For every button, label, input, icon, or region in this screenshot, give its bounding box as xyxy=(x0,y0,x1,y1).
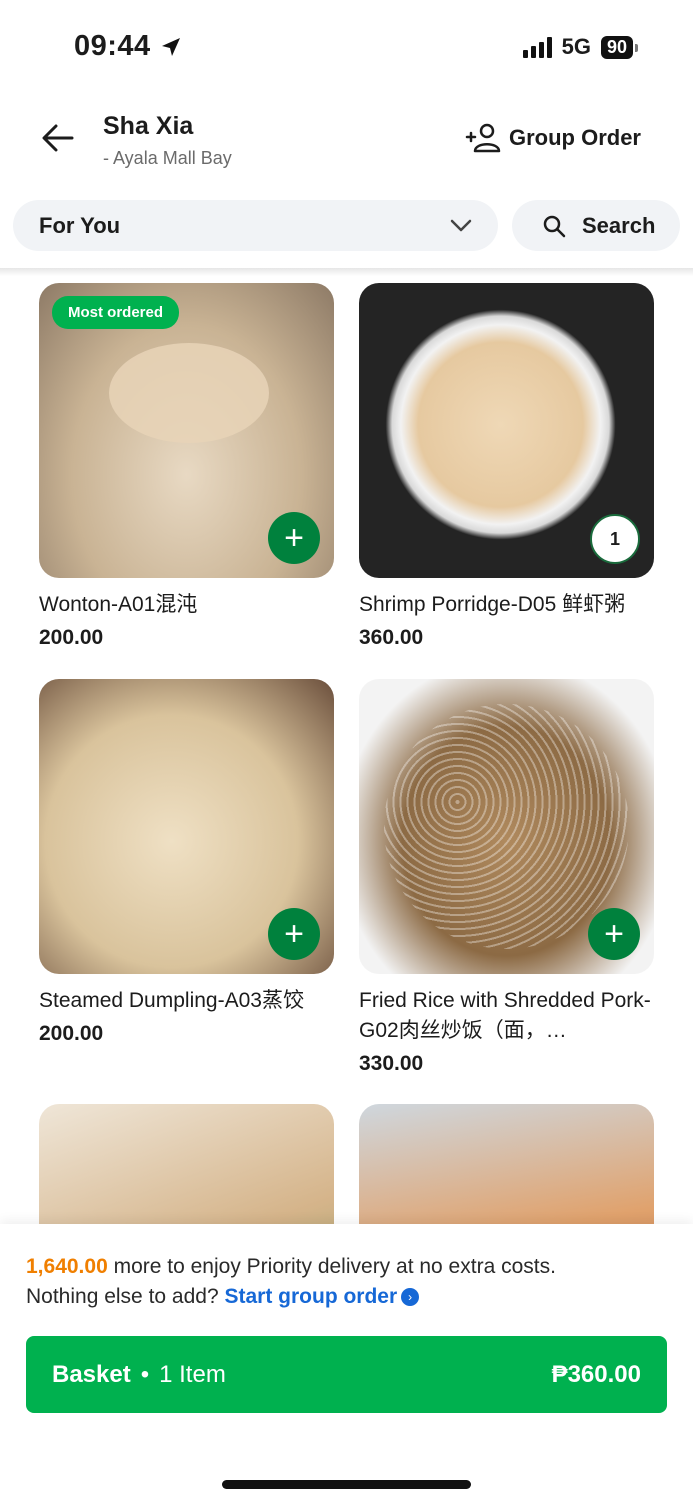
category-label: For You xyxy=(39,212,121,238)
basket-item-count: 1 Item xyxy=(159,1360,226,1388)
status-bar: 09:44 5G 90 xyxy=(0,0,693,95)
prompt-text: Nothing else to add? xyxy=(26,1285,225,1308)
start-group-order-link[interactable]: Start group order xyxy=(224,1285,397,1308)
add-item-button[interactable]: + xyxy=(268,512,320,564)
menu-item-card[interactable]: Most ordered + Wonton-A01混沌 200.00 xyxy=(39,283,334,650)
home-indicator[interactable] xyxy=(222,1480,471,1489)
chevron-down-icon xyxy=(450,219,472,231)
divider xyxy=(0,268,693,276)
item-price: 200.00 xyxy=(39,1022,104,1045)
basket-total: ₱360.00 xyxy=(551,1360,641,1388)
food-image-wonton: Most ordered + xyxy=(39,283,334,578)
item-price: 200.00 xyxy=(39,626,104,649)
plus-icon: + xyxy=(604,915,624,953)
signal-icon xyxy=(522,36,552,58)
item-name: Wonton-A01混沌 xyxy=(39,593,198,616)
rice-texture xyxy=(384,704,629,949)
category-dropdown[interactable]: For You xyxy=(13,200,498,251)
group-order-label: Group Order xyxy=(508,125,641,150)
search-label: Search xyxy=(582,212,656,238)
menu-item-card[interactable]: + Steamed Dumpling-A03蒸饺 200.00 xyxy=(39,679,334,1046)
add-item-button[interactable]: + xyxy=(588,908,640,960)
item-name: Fried Rice with Shredded Pork-G02肉丝炒饭（面，… xyxy=(359,989,651,1042)
item-price: 360.00 xyxy=(359,626,424,649)
search-icon xyxy=(543,215,566,237)
basket-sheet: 1,640.00 more to enjoy Priority delivery… xyxy=(0,1224,693,1500)
quantity-badge[interactable]: 1 xyxy=(590,514,640,564)
priority-delivery-promo: 1,640.00 more to enjoy Priority delivery… xyxy=(26,1252,666,1312)
plus-icon: + xyxy=(284,915,304,953)
store-name: Sha Xia xyxy=(103,112,194,140)
separator-dot: • xyxy=(140,1360,150,1388)
store-header: Sha Xia - Ayala Mall Bay Group Order xyxy=(0,100,693,185)
food-image-fried-rice: + xyxy=(359,679,654,974)
basket-summary: Basket • 1 Item xyxy=(52,1361,226,1389)
filter-bar: For You Search xyxy=(0,200,693,270)
most-ordered-badge: Most ordered xyxy=(52,296,180,329)
back-button[interactable] xyxy=(40,120,76,156)
menu-item-card[interactable]: 1 Shrimp Porridge-D05 鲜虾粥 360.00 xyxy=(359,283,654,650)
promo-amount: 1,640.00 xyxy=(26,1255,108,1278)
group-order-button[interactable]: Group Order xyxy=(465,122,641,154)
item-name: Shrimp Porridge-D05 鲜虾粥 xyxy=(359,593,626,616)
store-branch: - Ayala Mall Bay xyxy=(103,148,232,168)
wonton-spoon xyxy=(109,343,269,443)
status-time: 09:44 xyxy=(74,30,183,63)
promo-text: more to enjoy Priority delivery at no ex… xyxy=(107,1255,556,1278)
food-image-steamed-dumpling: + xyxy=(39,679,334,974)
item-price: 330.00 xyxy=(359,1052,424,1075)
arrow-left-icon xyxy=(42,124,74,152)
menu-item-card[interactable]: + Fried Rice with Shredded Pork-G02肉丝炒饭（… xyxy=(359,679,654,1076)
clock: 09:44 xyxy=(74,30,151,62)
plus-icon: + xyxy=(284,519,304,557)
food-image-shrimp-porridge: 1 xyxy=(359,283,654,578)
search-button[interactable]: Search xyxy=(512,200,680,251)
status-indicators: 5G 90 xyxy=(522,34,639,60)
network-type: 5G xyxy=(561,34,591,59)
group-add-icon xyxy=(465,123,501,153)
chevron-right-icon[interactable]: › xyxy=(401,1288,420,1307)
battery-icon: 90 xyxy=(600,35,639,59)
item-name: Steamed Dumpling-A03蒸饺 xyxy=(39,989,304,1012)
basket-label: Basket xyxy=(52,1360,131,1388)
basket-button[interactable]: Basket • 1 Item ₱360.00 xyxy=(26,1336,667,1413)
add-item-button[interactable]: + xyxy=(268,908,320,960)
location-arrow-icon xyxy=(161,37,180,56)
